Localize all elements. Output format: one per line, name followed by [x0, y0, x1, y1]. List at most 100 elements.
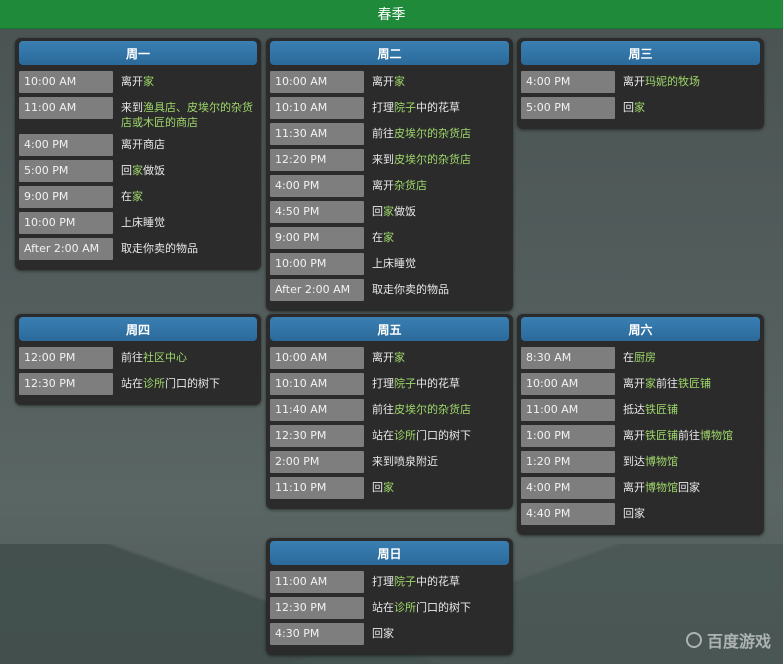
activity-text: 站在诊所门口的树下: [372, 597, 471, 615]
location-highlight: 诊所: [394, 601, 416, 614]
season-title: 春季: [377, 7, 406, 23]
location-highlight: 家: [383, 231, 394, 244]
schedule-row: 11:00 AM 来到渔具店、皮埃尔的杂货店或木匠的商店: [19, 97, 257, 130]
schedule-row: 11:10 PM 回家: [270, 477, 509, 499]
activity-text: 打理院子中的花草: [372, 373, 460, 391]
activity-segment: 打理: [372, 101, 394, 114]
time-badge: 11:00 AM: [270, 571, 364, 593]
schedule-row: 4:00 PM 离开博物馆回家: [521, 477, 760, 499]
activity-text: 回家做饭: [121, 160, 165, 178]
activity-text: 来到喷泉附近: [372, 451, 438, 469]
location-highlight: 玛妮的牧场: [645, 75, 700, 88]
time-badge: 8:30 AM: [521, 347, 615, 369]
day-title: 周日: [270, 541, 509, 565]
location-highlight: 院子: [394, 575, 416, 588]
schedule-row: 10:10 AM 打理院子中的花草: [270, 97, 509, 119]
schedule-row: 4:30 PM 回家: [270, 623, 509, 645]
activity-segment: 前往: [678, 429, 700, 442]
activity-segment: 上床睡觉: [372, 257, 416, 270]
schedule-row: 1:20 PM 到达博物馆: [521, 451, 760, 473]
activity-text: 离开玛妮的牧场: [623, 71, 700, 89]
activity-text: 取走你卖的物品: [121, 238, 198, 256]
activity-segment: 离开: [623, 481, 645, 494]
activity-segment: 回家: [623, 507, 645, 520]
activity-segment: 前往: [372, 127, 394, 140]
time-badge: 12:20 PM: [270, 149, 364, 171]
location-highlight: 院子: [394, 101, 416, 114]
activity-text: 打理院子中的花草: [372, 571, 460, 589]
activity-text: 站在诊所门口的树下: [372, 425, 471, 443]
activity-text: 回家做饭: [372, 201, 416, 219]
location-highlight: 皮埃尔的杂货店: [394, 153, 471, 166]
schedule-row: 4:00 PM 离开商店: [19, 134, 257, 156]
location-highlight: 诊所: [394, 429, 416, 442]
schedule-row: 4:50 PM 回家做饭: [270, 201, 509, 223]
activity-segment: 回: [372, 205, 383, 218]
schedule-row: 12:00 PM 前往社区中心: [19, 347, 257, 369]
location-highlight: 皮埃尔的杂货店: [394, 403, 471, 416]
schedule-row: 10:00 PM 上床睡觉: [270, 253, 509, 275]
activity-segment: 离开: [372, 351, 394, 364]
day-title: 周四: [19, 317, 257, 341]
activity-segment: 在: [372, 231, 383, 244]
time-badge: 9:00 PM: [19, 186, 113, 208]
time-badge: 12:30 PM: [270, 597, 364, 619]
activity-segment: 打理: [372, 377, 394, 390]
location-highlight: 家: [394, 75, 405, 88]
baidu-logo-icon: [685, 632, 702, 648]
time-badge: 10:00 PM: [19, 212, 113, 234]
activity-text: 在家: [372, 227, 394, 245]
activity-segment: 回家: [678, 481, 700, 494]
activity-segment: 打理: [372, 575, 394, 588]
day-title: 周二: [270, 41, 509, 65]
activity-text: 来到渔具店、皮埃尔的杂货店或木匠的商店: [121, 97, 257, 130]
activity-text: 前往社区中心: [121, 347, 187, 365]
time-badge: 4:40 PM: [521, 503, 615, 525]
activity-text: 站在诊所门口的树下: [121, 373, 220, 391]
schedule-row: 5:00 PM 回家: [521, 97, 760, 119]
activity-segment: 在: [623, 351, 634, 364]
activity-segment: 离开: [372, 75, 394, 88]
time-badge: 11:00 AM: [521, 399, 615, 421]
activity-segment: 离开: [121, 75, 143, 88]
activity-text: 打理院子中的花草: [372, 97, 460, 115]
time-badge: 10:10 AM: [270, 373, 364, 395]
location-highlight: 博物馆: [645, 455, 678, 468]
schedule-row: 4:00 PM 离开杂货店: [270, 175, 509, 197]
time-badge: 4:00 PM: [521, 477, 615, 499]
schedule-row: 11:30 AM 前往皮埃尔的杂货店: [270, 123, 509, 145]
schedule-row: 11:00 AM 抵达铁匠铺: [521, 399, 760, 421]
schedule-row: 4:00 PM 离开玛妮的牧场: [521, 71, 760, 93]
time-badge: 5:00 PM: [19, 160, 113, 182]
activity-text: 离开商店: [121, 134, 165, 152]
activity-text: 离开杂货店: [372, 175, 427, 193]
watermark-text: 百度游戏: [706, 632, 771, 651]
activity-segment: 站在: [372, 601, 394, 614]
time-badge: 12:30 PM: [19, 373, 113, 395]
activity-segment: 离开商店: [121, 138, 165, 151]
activity-segment: 门口的树下: [416, 601, 471, 614]
schedule-row: 2:00 PM 来到喷泉附近: [270, 451, 509, 473]
activity-segment: 回: [121, 164, 132, 177]
activity-text: 离开铁匠铺前往博物馆: [623, 425, 733, 443]
activity-segment: 站在: [121, 377, 143, 390]
schedule-row: 9:00 PM 在家: [270, 227, 509, 249]
activity-text: 前往皮埃尔的杂货店: [372, 123, 471, 141]
schedule-row: 10:10 AM 打理院子中的花草: [270, 373, 509, 395]
location-highlight: 家: [132, 164, 143, 177]
time-badge: 10:00 AM: [19, 71, 113, 93]
time-badge: 10:10 AM: [270, 97, 364, 119]
time-badge: 10:00 PM: [270, 253, 364, 275]
day-card-saturday: 周六 8:30 AM 在厨房 10:00 AM 离开家前往铁匠铺 11:00 AM 抵达铁匠…: [517, 314, 764, 535]
activity-segment: 前往: [121, 351, 143, 364]
activity-segment: 门口的树下: [416, 429, 471, 442]
activity-segment: 回家: [372, 627, 394, 640]
location-highlight: 社区中心: [143, 351, 187, 364]
watermark: 百度游戏: [685, 628, 771, 652]
schedule-row: 10:00 AM 离开家: [270, 347, 509, 369]
activity-text: 回家: [623, 503, 645, 521]
activity-text: 离开博物馆回家: [623, 477, 700, 495]
time-badge: 4:50 PM: [270, 201, 364, 223]
time-badge: 4:30 PM: [270, 623, 364, 645]
location-highlight: 铁匠铺: [645, 403, 678, 416]
